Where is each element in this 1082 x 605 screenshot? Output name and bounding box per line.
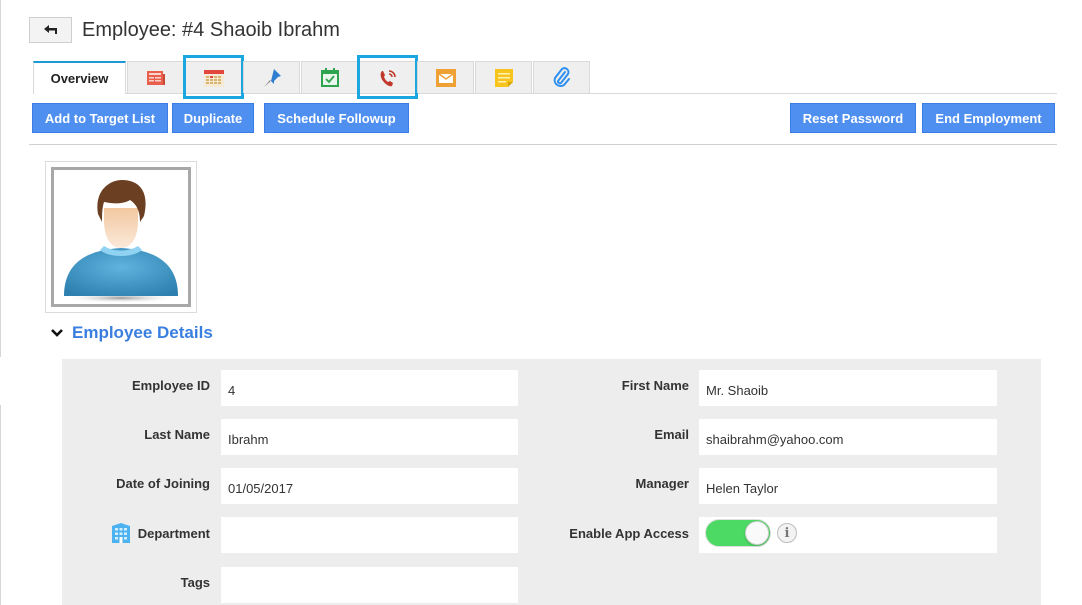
email-label: Email — [654, 426, 689, 442]
user-silhouette-icon — [63, 180, 179, 303]
section-title: Employee Details — [72, 323, 213, 342]
last-name-field[interactable]: Ibrahm — [221, 419, 518, 455]
newspaper-icon — [146, 70, 165, 85]
tab-strip: Overview — [33, 55, 591, 99]
tab-calendar-check[interactable] — [301, 61, 358, 93]
add-to-target-list-button[interactable]: Add to Target List — [32, 103, 168, 133]
duplicate-button[interactable]: Duplicate — [172, 103, 254, 133]
page-header: Employee: #4 Shaoib Ibrahm — [29, 17, 340, 43]
tab-news[interactable] — [127, 61, 184, 93]
tab-email[interactable] — [417, 61, 474, 93]
date-of-joining-field[interactable]: 01/05/2017 — [221, 468, 518, 504]
employee-details-panel: Employee ID 4 Last Name Ibrahm Date of J… — [62, 359, 1041, 605]
manager-label: Manager — [635, 475, 689, 491]
avatar[interactable] — [45, 161, 197, 313]
avatar-image — [51, 167, 191, 307]
department-label-text: Department — [137, 525, 210, 541]
tab-overview[interactable]: Overview — [33, 61, 126, 94]
chevron-down-icon — [51, 329, 63, 337]
enable-app-access-label: Enable App Access — [569, 525, 689, 541]
enable-app-access-container: i — [699, 517, 997, 553]
department-label: Department — [62, 521, 210, 545]
tab-calendar[interactable] — [183, 55, 244, 99]
pin-icon — [263, 68, 281, 87]
tags-label: Tags — [180, 574, 210, 590]
employee-id-label: Employee ID — [131, 377, 210, 393]
action-toolbar: Add to Target List Duplicate Schedule Fo… — [32, 103, 1055, 133]
paperclip-icon — [553, 66, 570, 87]
window-edge-line — [0, 405, 1, 605]
tab-notes[interactable] — [475, 61, 532, 93]
end-employment-button[interactable]: End Employment — [922, 103, 1055, 133]
info-icon[interactable]: i — [777, 523, 797, 543]
email-icon — [435, 68, 456, 87]
phone-call-icon — [380, 69, 396, 86]
tab-pin[interactable] — [243, 61, 300, 93]
email-field[interactable]: shaibrahm@yahoo.com — [699, 419, 997, 455]
reset-password-button[interactable]: Reset Password — [790, 103, 916, 133]
last-name-label: Last Name — [144, 426, 210, 442]
manager-field[interactable]: Helen Taylor — [699, 468, 997, 504]
tab-calls[interactable] — [357, 55, 418, 99]
calendar-icon — [203, 69, 224, 87]
tags-field[interactable] — [221, 567, 518, 603]
tab-overview-label: Overview — [50, 71, 109, 86]
schedule-followup-button[interactable]: Schedule Followup — [264, 103, 409, 133]
toolbar-divider — [29, 144, 1057, 145]
calendar-check-icon — [320, 67, 339, 87]
building-icon — [111, 523, 130, 543]
page-title: Employee: #4 Shaoib Ibrahm — [82, 18, 340, 41]
back-button[interactable] — [29, 17, 72, 43]
tab-attachments[interactable] — [533, 61, 590, 93]
sticky-note-icon — [494, 68, 513, 87]
toggle-knob — [745, 521, 769, 545]
first-name-field[interactable]: Mr. Shaoib — [699, 370, 997, 406]
date-of-joining-label: Date of Joining — [116, 475, 210, 491]
enable-app-access-toggle[interactable] — [705, 519, 771, 547]
employee-details-toggle[interactable]: Employee Details — [50, 323, 213, 343]
employee-id-field[interactable]: 4 — [221, 370, 518, 406]
back-arrow-icon — [43, 25, 57, 34]
first-name-label: First Name — [621, 377, 689, 393]
department-field[interactable] — [221, 517, 518, 553]
window-edge-line — [0, 0, 1, 357]
